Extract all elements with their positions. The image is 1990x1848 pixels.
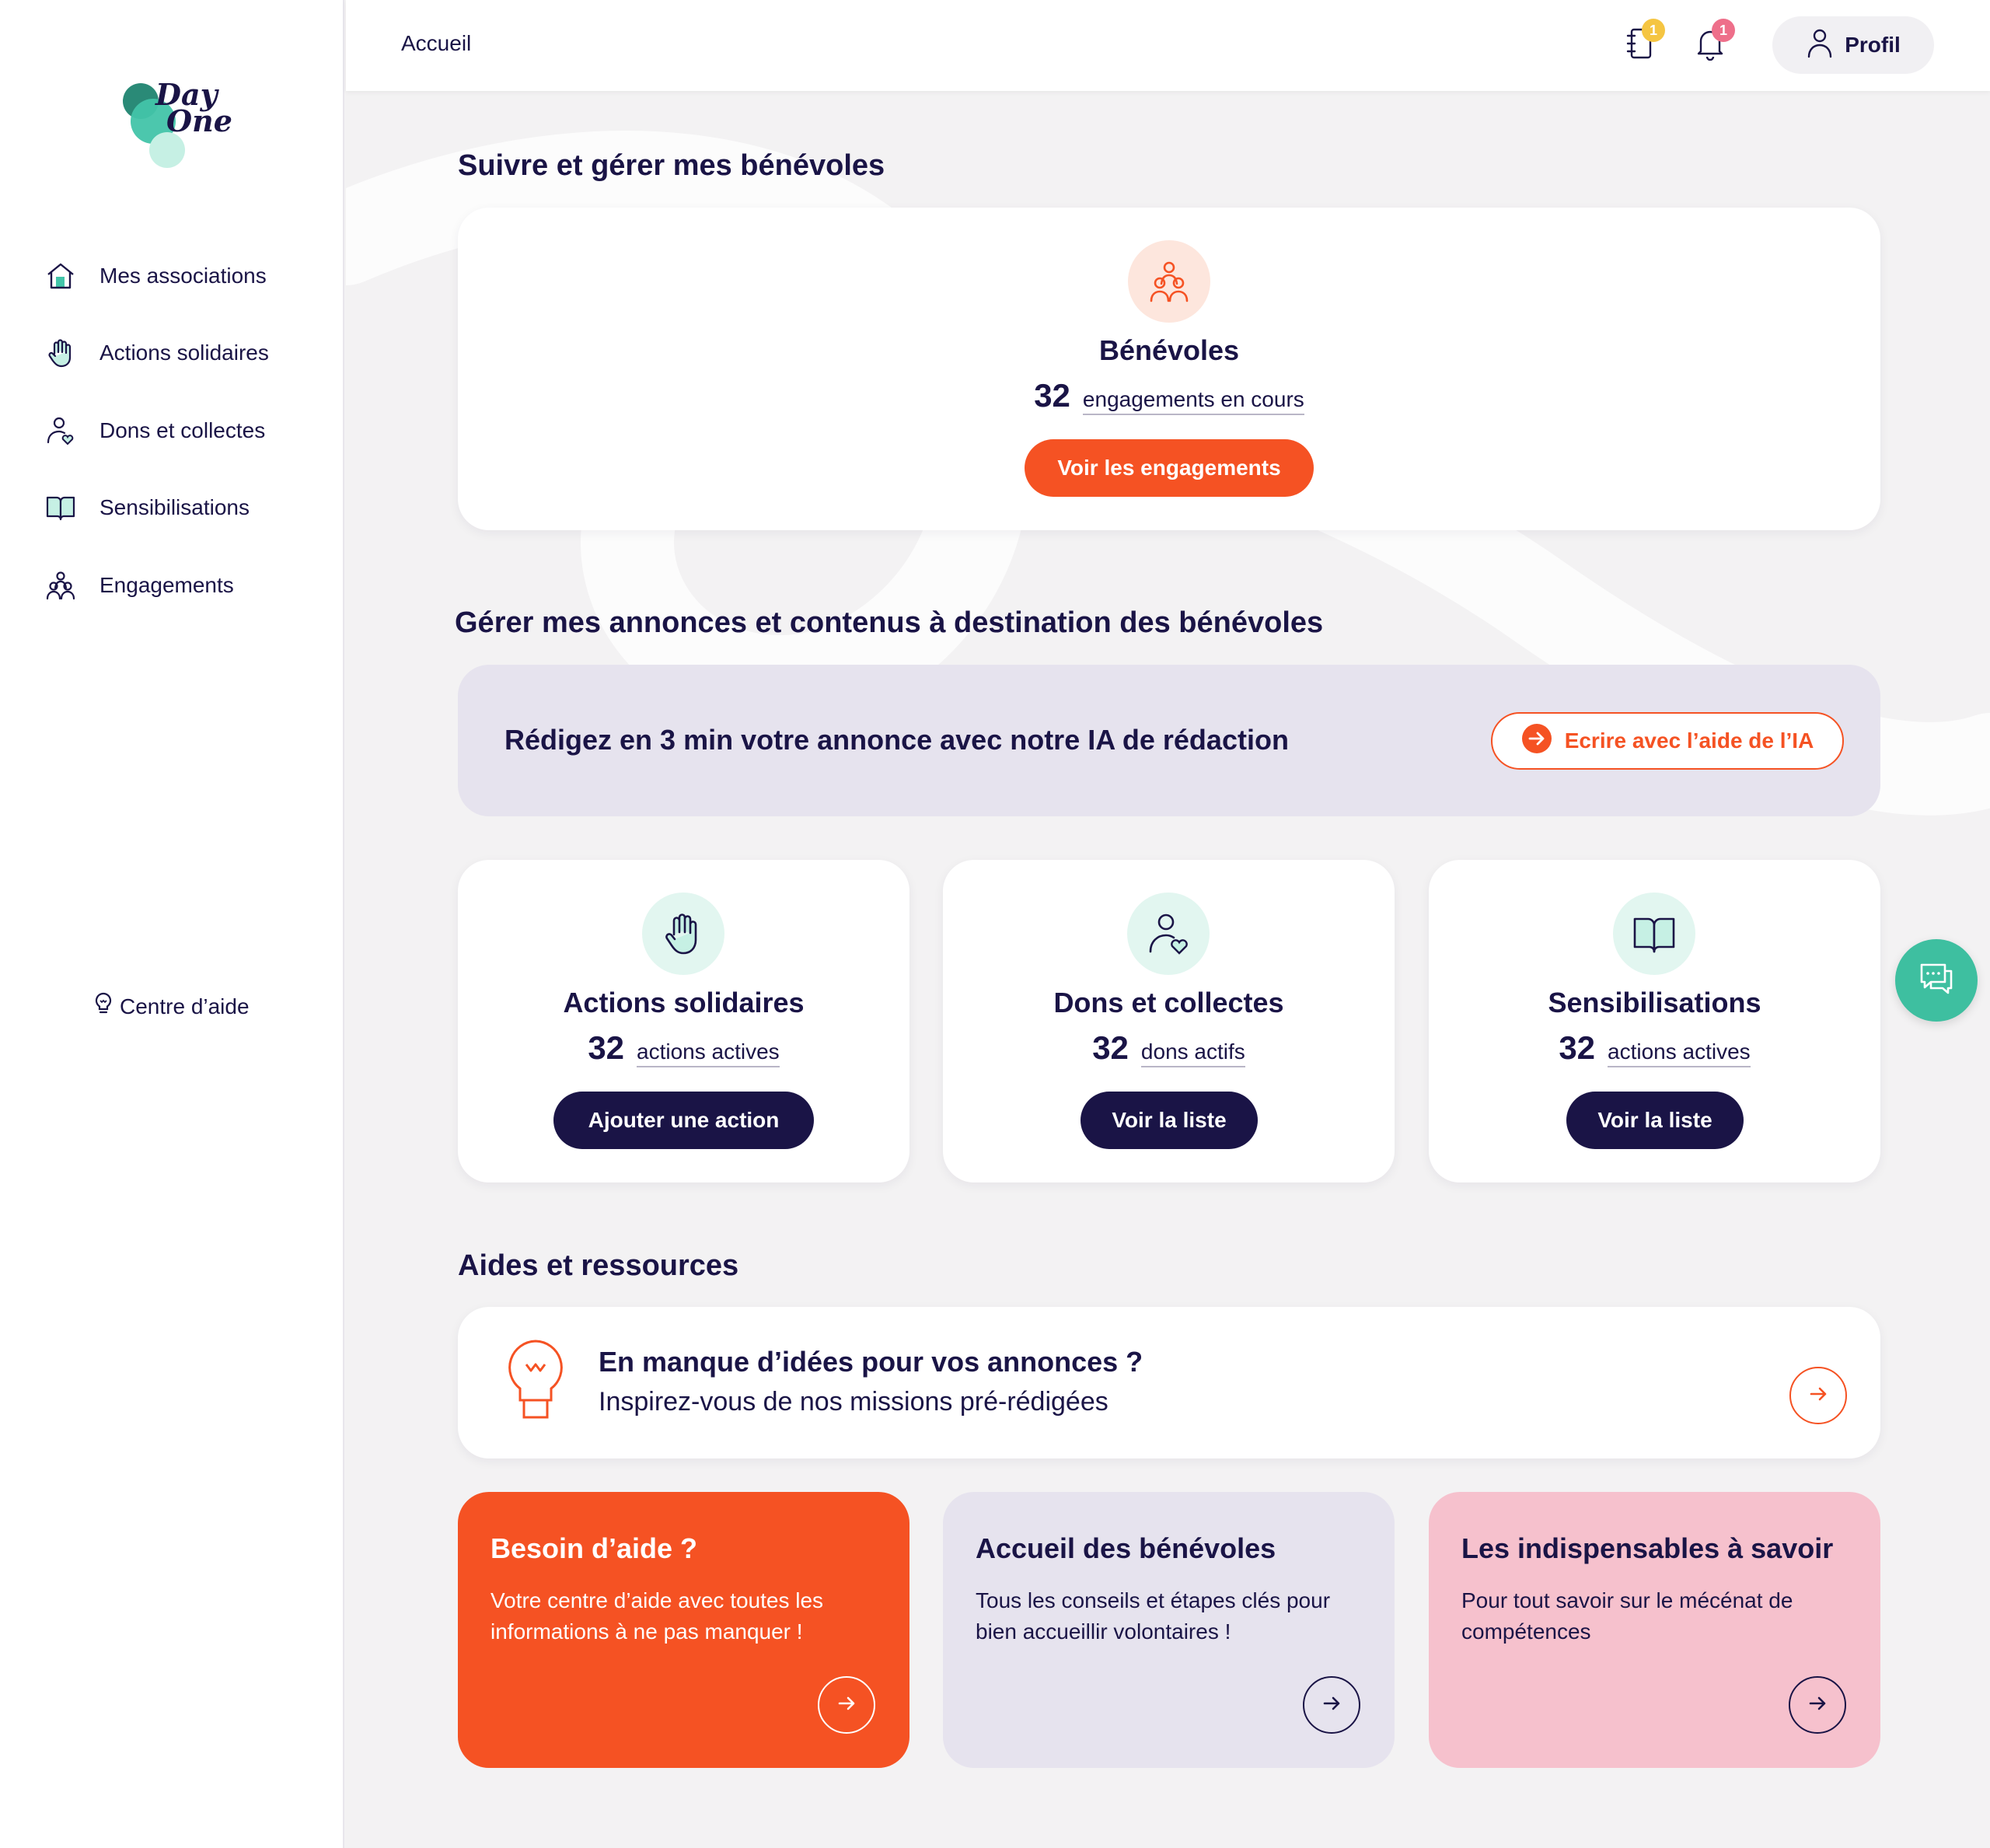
ai-banner-text: Rédigez en 3 min votre annonce avec notr… xyxy=(504,724,1289,756)
essentials-tile-arrow-button[interactable] xyxy=(1789,1676,1846,1734)
volunteers-card: Bénévoles 32 engagements en cours Voir l… xyxy=(458,208,1880,530)
hand-icon xyxy=(44,336,78,370)
sidebar-item-label: Dons et collectes xyxy=(100,417,266,442)
view-donations-list-button[interactable]: Voir la liste xyxy=(1081,1092,1258,1149)
person-heart-icon xyxy=(1127,893,1210,975)
ideas-arrow-button[interactable] xyxy=(1789,1367,1847,1424)
sidebar-item-associations[interactable]: Mes associations xyxy=(44,237,331,315)
arrow-right-icon xyxy=(1320,1692,1343,1719)
dayone-logo[interactable]: Day One xyxy=(117,74,241,183)
ideas-card[interactable]: En manque d’idées pour vos annonces ? In… xyxy=(458,1307,1880,1458)
help-tile[interactable]: Besoin d’aide ? Votre centre d’aide avec… xyxy=(458,1492,909,1768)
actions-card-title: Actions solidaires xyxy=(563,987,805,1018)
stat-label-link[interactable]: actions actives xyxy=(1608,1039,1751,1067)
chat-button[interactable] xyxy=(1895,939,1978,1022)
actions-card: Actions solidaires 32 actions actives Aj… xyxy=(458,860,909,1183)
welcome-volunteers-tile[interactable]: Accueil des bénévoles Tous les conseils … xyxy=(943,1492,1395,1768)
sidebar: Day One Mes associations Actions solidai… xyxy=(0,0,344,1848)
top-bar: Accueil 1 1 Profil xyxy=(346,0,1990,91)
awareness-stat: 32 actions actives xyxy=(1429,1029,1880,1067)
user-icon xyxy=(1806,27,1834,64)
group-icon xyxy=(44,568,78,603)
sidebar-item-label: Engagements xyxy=(100,572,234,597)
help-center-link[interactable]: Centre d’aide xyxy=(93,992,250,1021)
stat-number: 32 xyxy=(1092,1029,1129,1066)
essentials-tile-description: Pour tout savoir sur le mécénat de compé… xyxy=(1461,1588,1793,1644)
notifications-badge: 1 xyxy=(1712,19,1735,42)
sidebar-item-actions[interactable]: Actions solidaires xyxy=(44,315,331,393)
welcome-tile-arrow-button[interactable] xyxy=(1303,1676,1360,1734)
section-title-announcements: Gérer mes annonces et contenus à destina… xyxy=(455,606,1324,639)
lightbulb-icon xyxy=(504,1338,567,1427)
sidebar-item-dons[interactable]: Dons et collectes xyxy=(44,392,331,470)
person-heart-icon xyxy=(44,414,78,448)
chat-bubble-icon xyxy=(1917,960,1956,1001)
arrow-right-icon xyxy=(1807,1382,1830,1410)
write-with-ai-button[interactable]: Ecrire avec l’aide de l’IA xyxy=(1491,712,1844,770)
welcome-tile-title: Accueil des bénévoles xyxy=(976,1532,1276,1564)
awareness-card: Sensibilisations 32 actions actives Voir… xyxy=(1429,860,1880,1183)
essentials-tile-title: Les indispensables à savoir xyxy=(1461,1532,1834,1564)
donations-card: Dons et collectes 32 dons actifs Voir la… xyxy=(943,860,1395,1183)
book-icon xyxy=(44,491,78,525)
donations-stat: 32 dons actifs xyxy=(943,1029,1395,1067)
donations-card-title: Dons et collectes xyxy=(1053,987,1284,1018)
lightbulb-icon xyxy=(93,992,113,1021)
breadcrumb[interactable]: Accueil xyxy=(401,31,471,56)
add-action-button[interactable]: Ajouter une action xyxy=(553,1092,814,1149)
arrow-right-icon xyxy=(1806,1692,1829,1719)
logo-wordmark: Day One xyxy=(155,77,232,138)
ai-writing-banner: Rédigez en 3 min votre annonce avec notr… xyxy=(458,665,1880,816)
arrow-right-icon xyxy=(835,1692,858,1719)
help-tile-title: Besoin d’aide ? xyxy=(491,1532,698,1564)
actions-stat: 32 actions actives xyxy=(458,1029,909,1067)
notifications-button[interactable]: 1 xyxy=(1688,19,1735,67)
stat-label-link[interactable]: dons actifs xyxy=(1140,1039,1245,1067)
sidebar-item-label: Mes associations xyxy=(100,263,267,288)
arrow-circle-icon xyxy=(1521,723,1552,760)
section-title-resources: Aides et ressources xyxy=(458,1249,739,1282)
profile-label: Profil xyxy=(1845,33,1901,57)
volunteers-group-icon xyxy=(1128,240,1210,323)
sidebar-item-label: Actions solidaires xyxy=(100,341,269,365)
stat-number: 32 xyxy=(1559,1029,1596,1066)
volunteers-card-title: Bénévoles xyxy=(1098,334,1240,366)
ideas-card-title: En manque d’idées pour vos annonces ? xyxy=(599,1346,1143,1378)
notebook-badge: 1 xyxy=(1642,19,1665,42)
hand-icon xyxy=(642,893,724,975)
essentials-tile[interactable]: Les indispensables à savoir Pour tout sa… xyxy=(1429,1492,1880,1768)
stat-number: 32 xyxy=(1034,377,1070,414)
write-with-ai-label: Ecrire avec l’aide de l’IA xyxy=(1564,728,1814,753)
sidebar-item-engagements[interactable]: Engagements xyxy=(44,547,331,624)
stat-number: 32 xyxy=(588,1029,625,1066)
welcome-tile-description: Tous les conseils et étapes clés pour bi… xyxy=(976,1588,1331,1644)
help-center-label: Centre d’aide xyxy=(120,994,250,1018)
volunteers-stat: 32 engagements en cours xyxy=(458,377,1880,415)
help-tile-description: Votre centre d’aide avec toutes les info… xyxy=(491,1588,824,1644)
section-title-volunteers: Suivre et gérer mes bénévoles xyxy=(458,149,885,182)
ideas-card-subtitle: Inspirez-vous de nos missions pré-rédigé… xyxy=(599,1387,1108,1417)
sidebar-item-label: Sensibilisations xyxy=(100,495,250,520)
home-icon xyxy=(44,259,78,293)
stat-label-link[interactable]: engagements en cours xyxy=(1082,387,1304,415)
book-icon xyxy=(1613,893,1695,975)
profile-button[interactable]: Profil xyxy=(1772,16,1934,74)
view-awareness-list-button[interactable]: Voir la liste xyxy=(1566,1092,1744,1149)
view-engagements-button[interactable]: Voir les engagements xyxy=(1025,439,1314,497)
notebook-button[interactable]: 1 xyxy=(1618,19,1665,67)
stat-label-link[interactable]: actions actives xyxy=(637,1039,780,1067)
help-tile-arrow-button[interactable] xyxy=(818,1676,875,1734)
sidebar-item-sensibilisations[interactable]: Sensibilisations xyxy=(44,470,331,547)
sidebar-nav: Mes associations Actions solidaires Dons… xyxy=(44,237,331,624)
awareness-card-title: Sensibilisations xyxy=(1548,987,1761,1018)
